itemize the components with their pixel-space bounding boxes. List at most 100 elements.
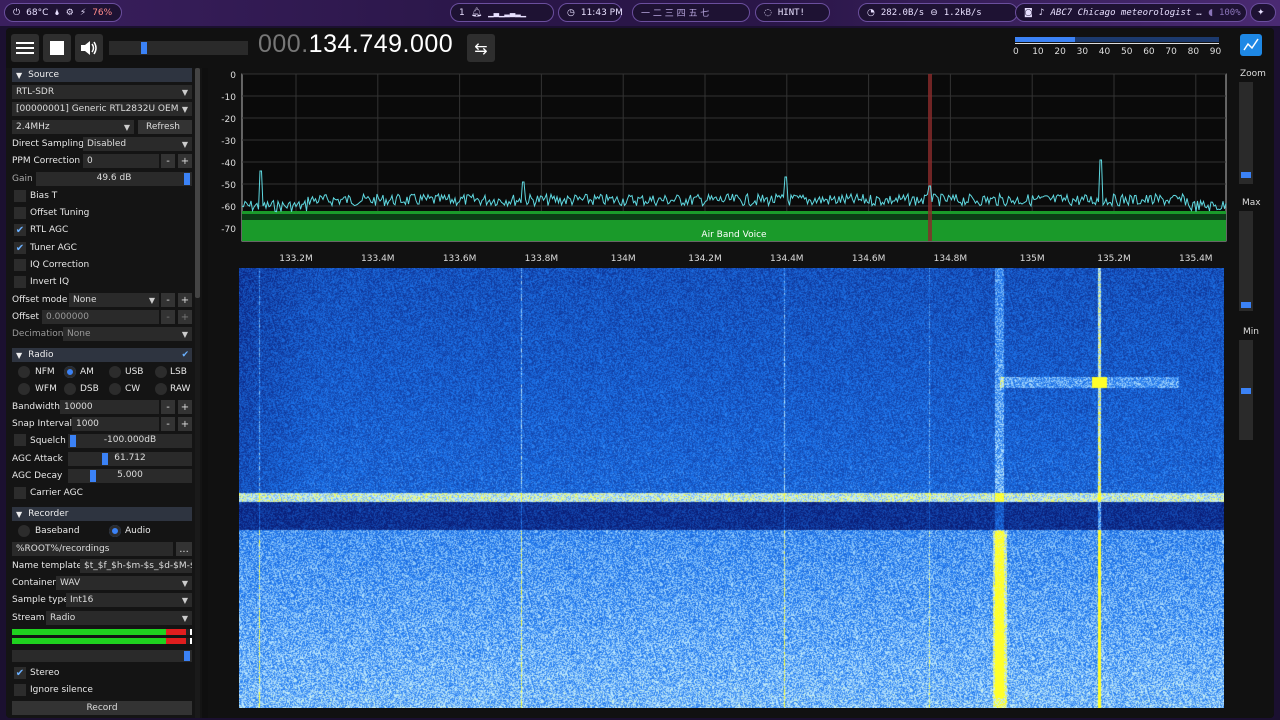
clock-pill[interactable]: ◷ 11:43 PM — [558, 3, 623, 22]
snap-increment-button[interactable]: + — [178, 417, 192, 431]
stereo-checkbox[interactable]: ✔ — [14, 667, 26, 679]
sample-rate-select[interactable]: 2.4MHz ▼ — [12, 120, 134, 134]
agc-attack-grab[interactable] — [102, 453, 108, 465]
tuning-mode-button[interactable]: ⇆ — [467, 34, 495, 62]
agc-attack-label: AGC Attack — [12, 454, 63, 464]
mode-radio-usb[interactable] — [109, 366, 121, 378]
record-volume-grab[interactable] — [184, 651, 190, 661]
refresh-button[interactable]: Refresh — [138, 120, 192, 134]
frequency-display[interactable]: 000.134.749.000 — [258, 30, 453, 59]
radio-header[interactable]: ▼ Radio ✔ — [12, 348, 192, 362]
workspaces-pill[interactable]: 一 二 三 四 五 七 — [632, 3, 750, 22]
squelch-grab[interactable] — [70, 435, 76, 447]
invert-iq-label: Invert IQ — [30, 277, 70, 287]
mode-radio-wfm[interactable] — [18, 383, 30, 395]
recorder-header[interactable]: ▼ Recorder — [12, 507, 192, 521]
agc-attack-slider[interactable]: 61.712 — [68, 452, 192, 466]
bell-icon[interactable]: 🔔︎ — [471, 8, 482, 18]
agc-decay-slider[interactable]: 5.000 — [68, 469, 192, 483]
source-type-select[interactable]: RTL-SDR ▼ — [12, 85, 192, 99]
volume-grab[interactable] — [141, 42, 147, 54]
baseband-radio[interactable] — [18, 525, 30, 537]
workspace-switcher[interactable]: 一 二 三 四 五 七 — [641, 6, 709, 19]
zoom-grab[interactable] — [1241, 172, 1251, 178]
offset-input[interactable]: 0.000000 — [42, 310, 159, 324]
upload-icon: ⊖ — [930, 7, 938, 18]
record-button[interactable]: Record — [12, 701, 192, 715]
offset-mode-select[interactable]: None ▼ — [69, 293, 159, 307]
stop-button[interactable] — [43, 34, 71, 62]
container-select[interactable]: WAV ▼ — [56, 576, 192, 590]
zoom-slider[interactable] — [1239, 82, 1253, 184]
bandwidth-decrement-button[interactable]: - — [161, 400, 175, 414]
hint-pill[interactable]: ◌ HINT! — [755, 3, 830, 22]
fft-plot[interactable]: 0 -10 -20 -30 -40 -50 -60 -70 133.2M 133.4M 133.6M… — [208, 68, 1228, 268]
max-slider[interactable] — [1239, 211, 1253, 311]
min-grab[interactable] — [1241, 388, 1251, 394]
audio-level-meter-right — [12, 638, 192, 644]
waterfall-canvas[interactable] — [239, 268, 1224, 708]
mode-radio-am[interactable] — [64, 366, 76, 378]
snap-decrement-button[interactable]: - — [161, 417, 175, 431]
snap-interval-input[interactable]: 1000 — [72, 417, 159, 431]
mode-label-nfm: NFM — [35, 367, 55, 377]
carrier-agc-checkbox[interactable] — [14, 487, 26, 499]
iq-correction-checkbox[interactable] — [14, 259, 26, 271]
direct-sampling-select[interactable]: Disabled ▼ — [83, 137, 192, 151]
source-header[interactable]: ▼ Source — [12, 68, 192, 82]
source-type-value: RTL-SDR — [16, 87, 55, 97]
waterfall[interactable] — [239, 268, 1224, 708]
offset-mode-decrement-button[interactable]: - — [161, 293, 175, 307]
fft-canvas[interactable]: 0 -10 -20 -30 -40 -50 -60 -70 133.2M 133.4M 133.6M… — [208, 68, 1228, 268]
mode-radio-raw[interactable] — [155, 383, 167, 395]
mode-radio-nfm[interactable] — [18, 366, 30, 378]
ppm-decrement-button[interactable]: - — [161, 154, 175, 168]
min-slider[interactable] — [1239, 340, 1253, 440]
gain-grab[interactable] — [184, 173, 190, 185]
audio-radio[interactable] — [109, 525, 121, 537]
bias-t-checkbox[interactable] — [14, 190, 26, 202]
bandwidth-increment-button[interactable]: + — [178, 400, 192, 414]
menu-pill[interactable]: ✦ — [1250, 3, 1276, 22]
media-pill[interactable]: ◙ ♪ ABC7 Chicago meteorologist … ◖ 100% — [1015, 3, 1247, 22]
stream-select[interactable]: Radio ▼ — [46, 611, 192, 625]
offset-decrement-button[interactable]: - — [161, 310, 175, 324]
menu-button[interactable] — [11, 34, 39, 62]
name-template-input[interactable]: $t_$f_$h-$m-$s_$d-$M-$y — [80, 559, 192, 573]
ppm-input[interactable]: 0 — [83, 154, 159, 168]
mode-radio-dsb[interactable] — [64, 383, 76, 395]
recording-path-input[interactable]: %ROOT%/recordings — [12, 542, 173, 556]
mode-radio-lsb[interactable] — [155, 366, 167, 378]
mode-label-usb: USB — [125, 367, 144, 377]
record-volume-slider[interactable] — [12, 650, 192, 662]
gain-slider[interactable]: 49.6 dB — [36, 172, 192, 186]
device-select[interactable]: [00000001] Generic RTL2832U OEM ▼ — [12, 102, 192, 116]
dropdown-arrow-icon: ▼ — [181, 139, 189, 149]
ignore-silence-checkbox[interactable] — [14, 684, 26, 696]
browse-button[interactable]: ... — [176, 542, 192, 556]
db-tick-label: 0 — [230, 71, 236, 81]
offset-tuning-checkbox[interactable] — [14, 207, 26, 219]
panel-scrollbar[interactable] — [195, 68, 200, 718]
offset-increment-button[interactable]: + — [178, 310, 192, 324]
tuner-agc-checkbox[interactable]: ✔ — [14, 242, 26, 254]
mute-button[interactable] — [75, 34, 103, 62]
max-grab[interactable] — [1241, 302, 1251, 308]
sample-type-select[interactable]: Int16 ▼ — [66, 593, 192, 607]
check-icon[interactable]: ✔ — [181, 350, 189, 360]
squelch-slider[interactable]: -100.000dB — [68, 434, 192, 448]
invert-iq-checkbox[interactable] — [14, 276, 26, 288]
bandwidth-input[interactable]: 10000 — [60, 400, 159, 414]
volume-slider[interactable] — [109, 41, 248, 55]
workspace-number[interactable]: 1 — [459, 8, 465, 18]
decimation-select[interactable]: None ▼ — [63, 327, 192, 341]
agc-decay-grab[interactable] — [90, 470, 96, 482]
squelch-checkbox[interactable] — [14, 434, 26, 446]
power-icon[interactable]: ⏻ — [13, 8, 20, 18]
sdrpp-logo-button[interactable] — [1240, 34, 1262, 56]
rtl-agc-checkbox[interactable]: ✔ — [14, 224, 26, 236]
mode-radio-cw[interactable] — [109, 383, 121, 395]
sparkle-icon: ✦ — [1257, 7, 1265, 18]
offset-mode-increment-button[interactable]: + — [178, 293, 192, 307]
ppm-increment-button[interactable]: + — [178, 154, 192, 168]
